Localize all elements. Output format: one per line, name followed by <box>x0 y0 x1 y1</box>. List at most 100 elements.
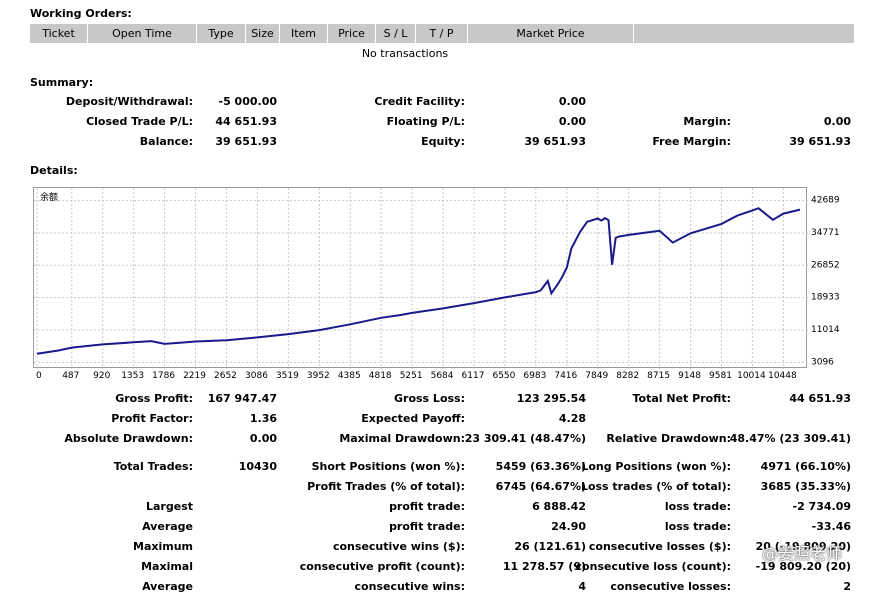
maximal-drawdown-value: 23 309.41 (48.47%) <box>464 432 586 445</box>
free-margin-value: 39 651.93 <box>789 135 851 148</box>
x-tick-label: 3086 <box>245 371 268 381</box>
column-price[interactable]: Price <box>328 24 376 43</box>
closed-trade-pl-value: 44 651.93 <box>215 115 277 128</box>
average2-label: Average <box>142 580 193 593</box>
x-tick-label: 8715 <box>647 371 670 381</box>
column-size[interactable]: Size <box>246 24 280 43</box>
profit-factor-value: 1.36 <box>249 412 277 425</box>
expected-payoff-value: 4.28 <box>558 412 586 425</box>
y-tick-label: 3096 <box>811 357 834 367</box>
largest-profit-value: 6 888.42 <box>532 500 586 513</box>
largest-loss-value: -2 734.09 <box>792 500 852 513</box>
y-tick-label: 34771 <box>811 228 840 238</box>
x-tick-label: 7416 <box>554 371 577 381</box>
total-net-profit-label: Total Net Profit: <box>632 392 732 405</box>
working-orders-header: Ticket Open Time Type Size Item Price S … <box>30 24 854 43</box>
column-type[interactable]: Type <box>197 24 246 43</box>
x-tick-label: 4385 <box>338 371 361 381</box>
no-transactions-text: No transactions <box>361 47 449 60</box>
x-tick-label: 4818 <box>369 371 392 381</box>
long-positions-value: 4971 (66.10%) <box>760 460 851 473</box>
chart-x-axis: 0 487 920 1353 1786 2219 2652 3086 3519 3952 4385 4… <box>36 371 797 381</box>
x-tick-label: 2219 <box>183 371 206 381</box>
profit-trades-label: Profit Trades (% of total): <box>307 480 465 493</box>
y-tick-label: 11014 <box>811 325 840 335</box>
y-tick-label: 18933 <box>811 293 840 303</box>
long-positions-label: Long Positions (won %): <box>581 460 731 473</box>
credit-facility-value: 0.00 <box>558 95 586 108</box>
largest-label: Largest <box>146 500 193 513</box>
average-profit-value: 24.90 <box>551 520 586 533</box>
short-positions-label: Short Positions (won %): <box>311 460 465 473</box>
margin-label: Margin: <box>683 115 731 128</box>
maximal-drawdown-label: Maximal Drawdown: <box>339 432 465 445</box>
deposit-label: Deposit/Withdrawal: <box>65 95 193 108</box>
gross-profit-value: 167 947.47 <box>207 392 277 405</box>
x-tick-label: 5251 <box>400 371 423 381</box>
chart-title: 余额 <box>40 191 58 203</box>
floating-pl-value: 0.00 <box>558 115 586 128</box>
column-sl[interactable]: S / L <box>376 24 416 43</box>
x-tick-label: 8282 <box>616 371 639 381</box>
details-title: Details: <box>30 164 78 177</box>
watermark-text: @姜照老师 <box>762 544 843 563</box>
margin-value: 0.00 <box>823 115 851 128</box>
profit-factor-label: Profit Factor: <box>111 412 193 425</box>
x-tick-label: 3952 <box>307 371 330 381</box>
x-tick-label: 9148 <box>678 371 701 381</box>
column-ticket[interactable]: Ticket <box>30 24 88 43</box>
x-tick-label: 3519 <box>276 371 299 381</box>
x-tick-label: 5684 <box>431 371 454 381</box>
average-loss-label: loss trade: <box>664 520 731 533</box>
average-label: Average <box>142 520 193 533</box>
column-tp[interactable]: T / P <box>416 24 468 43</box>
y-tick-label: 42689 <box>811 196 840 206</box>
avg-consec-losses-label: consecutive losses: <box>610 580 731 593</box>
balance-line <box>36 207 801 355</box>
expected-payoff-label: Expected Payoff: <box>361 412 465 425</box>
maximal-consec-profit-value: 11 278.57 (9) <box>502 560 586 573</box>
loss-trades-value: 3685 (35.33%) <box>760 480 851 493</box>
profit-trades-value: 6745 (64.67%) <box>495 480 586 493</box>
deposit-value: -5 000.00 <box>218 95 278 108</box>
balance-chart-svg: 余额 <box>34 188 808 369</box>
relative-drawdown-value: 48.47% (23 309.41) <box>729 432 851 445</box>
chart-y-axis: 3096 11014 18933 26852 34771 42689 <box>811 196 840 368</box>
gross-loss-label: Gross Loss: <box>394 392 465 405</box>
avg-consec-losses-value: 2 <box>843 580 851 593</box>
relative-drawdown-label: Relative Drawdown: <box>606 432 731 445</box>
balance-value: 39 651.93 <box>215 135 277 148</box>
column-item[interactable]: Item <box>280 24 328 43</box>
free-margin-label: Free Margin: <box>652 135 731 148</box>
floating-pl-label: Floating P/L: <box>386 115 465 128</box>
x-tick-label: 9581 <box>709 371 732 381</box>
gross-loss-value: 123 295.54 <box>516 392 586 405</box>
equity-value: 39 651.93 <box>524 135 586 148</box>
summary-title: Summary: <box>30 76 94 89</box>
balance-label: Balance: <box>139 135 193 148</box>
column-market-price[interactable]: Market Price <box>468 24 634 43</box>
maximal-label: Maximal <box>141 560 193 573</box>
total-trades-value: 10430 <box>238 460 277 473</box>
x-tick-label: 10014 <box>737 371 766 381</box>
column-empty <box>634 24 854 43</box>
max-consec-losses-label: consecutive losses ($): <box>588 540 731 553</box>
x-tick-label: 6983 <box>523 371 546 381</box>
closed-trade-pl-label: Closed Trade P/L: <box>86 115 193 128</box>
balance-chart: 余额 <box>33 187 808 369</box>
x-tick-label: 487 <box>62 371 79 381</box>
avg-consec-wins-value: 4 <box>578 580 586 593</box>
working-orders-title: Working Orders: <box>30 7 132 20</box>
absolute-drawdown-label: Absolute Drawdown: <box>64 432 193 445</box>
x-tick-label: 7849 <box>585 371 608 381</box>
column-open-time[interactable]: Open Time <box>88 24 197 43</box>
x-tick-label: 920 <box>93 371 110 381</box>
loss-trades-label: Loss trades (% of total): <box>580 480 731 493</box>
x-tick-label: 6117 <box>462 371 485 381</box>
maximal-consec-loss-label: consecutive loss (count): <box>575 560 731 573</box>
x-tick-label: 0 <box>36 371 42 381</box>
avg-consec-wins-label: consecutive wins: <box>354 580 465 593</box>
x-tick-label: 2652 <box>214 371 237 381</box>
x-tick-label: 1786 <box>152 371 175 381</box>
average-profit-label: profit trade: <box>389 520 465 533</box>
